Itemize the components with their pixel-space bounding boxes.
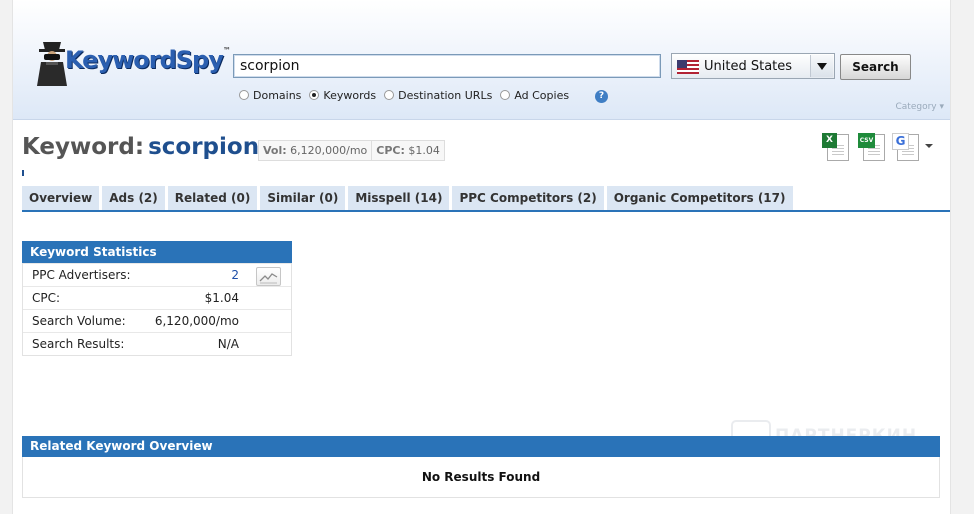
stat-value: $1.04	[204, 291, 239, 305]
help-icon[interactable]: ?	[595, 90, 608, 103]
stat-label: Search Volume:	[32, 314, 126, 328]
radio-keywords[interactable]: Keywords	[309, 89, 376, 102]
stat-label: Search Results:	[32, 337, 125, 351]
keyword-statistics-panel: Keyword Statistics PPC Advertisers: 2 CP…	[22, 241, 292, 356]
keyword-value: scorpion	[148, 134, 260, 160]
radio-label: Domains	[253, 89, 302, 102]
radio-destination-urls[interactable]: Destination URLs	[384, 89, 492, 102]
search-button[interactable]: Search	[840, 54, 911, 80]
radio-label: Keywords	[323, 89, 377, 102]
google-export-icon[interactable]: G	[892, 133, 919, 161]
radio-label: Ad Copies	[514, 89, 570, 102]
tab-underline	[22, 210, 950, 212]
ppc-advertisers-link[interactable]: 2	[231, 268, 239, 282]
tab-overview[interactable]: Overview	[22, 186, 100, 210]
stat-value: N/A	[217, 337, 239, 351]
cpc-value: $1.04	[408, 144, 440, 157]
stat-label: CPC:	[32, 291, 61, 305]
panel-title: Related Keyword Overview	[22, 436, 940, 457]
metrics-divider	[371, 141, 373, 160]
tab-ads[interactable]: Ads (2)	[102, 186, 165, 210]
keyword-tabs: Overview Ads (2) Related (0) Similar (0) Mis…	[22, 186, 796, 210]
category-label: Category	[895, 102, 937, 112]
logo-text: KeywordSpy	[65, 46, 224, 74]
radio-ad-copies[interactable]: Ad Copies	[500, 89, 569, 102]
tab-ppc-competitors[interactable]: PPC Competitors (2)	[452, 186, 604, 210]
keyword-metrics-badge: Vol: 6,120,000/mo CPC: $1.04	[258, 140, 445, 161]
radio-domains[interactable]: Domains	[239, 89, 301, 102]
tab-misspell[interactable]: Misspell (14)	[348, 186, 450, 210]
tab-similar[interactable]: Similar (0)	[260, 186, 346, 210]
related-keyword-overview-panel: Related Keyword Overview No Results Foun…	[22, 436, 940, 498]
country-select[interactable]: United States	[671, 53, 835, 79]
logo-wordmark: KeywordSpy™	[65, 46, 231, 74]
radio-label: Destination URLs	[398, 89, 493, 102]
stat-row-search-volume: Search Volume: 6,120,000/mo	[23, 309, 291, 332]
google-badge: G	[892, 133, 909, 150]
search-type-options: Domains Keywords Destination URLs Ad Copies	[239, 89, 577, 102]
stat-row-search-results: Search Results: N/A	[23, 332, 291, 355]
radio-button-selected-icon[interactable]	[309, 90, 320, 100]
excel-export-icon[interactable]: X	[822, 133, 849, 161]
stat-row-cpc: CPC: $1.04	[23, 286, 291, 309]
page-frame: KeywordSpy™ United States Search Domains…	[12, 0, 951, 514]
keywordspy-logo[interactable]: KeywordSpy™	[35, 40, 231, 88]
trend-chart-icon[interactable]	[256, 267, 281, 286]
csv-badge: CSV	[858, 133, 875, 148]
search-input[interactable]	[233, 54, 661, 78]
trend-chart-icon-graphic	[259, 273, 278, 284]
keyword-prefix: Keyword:	[22, 134, 145, 160]
country-label: United States	[704, 59, 793, 74]
cpc-label: CPC:	[376, 144, 405, 157]
export-dropdown-arrow-icon[interactable]	[925, 144, 933, 148]
radio-button-icon[interactable]	[384, 90, 395, 100]
trademark-mark: ™	[222, 46, 231, 55]
empty-results-message: No Results Found	[22, 457, 940, 498]
us-flag-icon	[677, 60, 699, 74]
tab-related[interactable]: Related (0)	[167, 186, 258, 210]
category-dropdown[interactable]: Category ▾	[895, 102, 944, 112]
site-header: KeywordSpy™ United States Search Domains…	[13, 0, 950, 120]
spy-figure-icon	[37, 42, 67, 86]
radio-button-icon[interactable]	[239, 90, 249, 100]
vol-value: 6,120,000/mo	[290, 144, 368, 157]
tab-organic-competitors[interactable]: Organic Competitors (17)	[606, 186, 793, 210]
keyword-heading: Keyword: scorpion	[22, 134, 259, 160]
radio-button-icon[interactable]	[500, 90, 511, 100]
vol-label: Vol:	[263, 144, 287, 157]
stat-value: 6,120,000/mo	[154, 314, 239, 328]
stat-label: PPC Advertisers:	[32, 268, 131, 282]
excel-badge: X	[822, 133, 837, 148]
csv-export-icon[interactable]: CSV	[858, 133, 885, 161]
panel-title: Keyword Statistics	[22, 241, 292, 263]
dropdown-arrow-icon[interactable]	[810, 55, 833, 77]
stat-row-ppc-advertisers: PPC Advertisers: 2	[23, 263, 291, 286]
title-underline-mark	[22, 170, 24, 176]
